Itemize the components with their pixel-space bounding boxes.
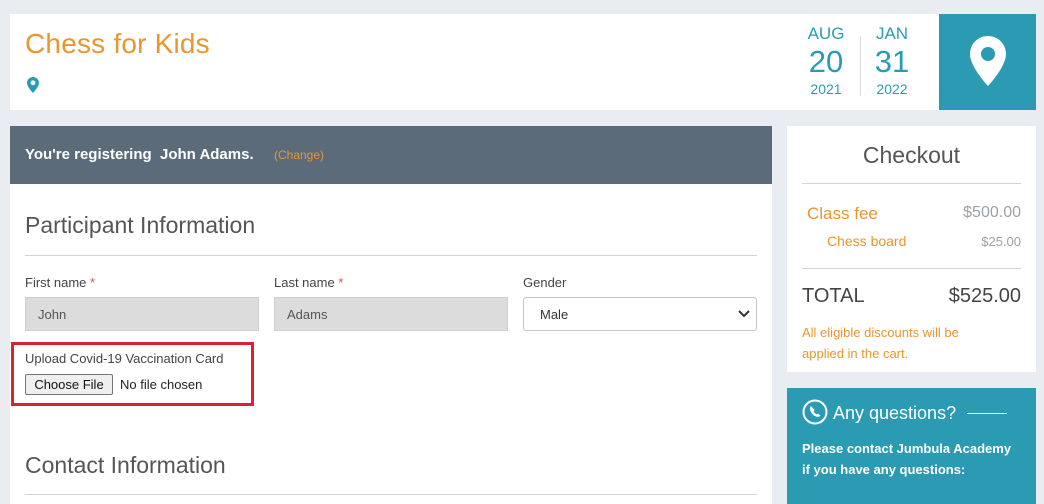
- checkout-panel: Checkout Class fee $500.00 Chess board $…: [787, 126, 1036, 372]
- total-label: TOTAL: [802, 285, 865, 307]
- registration-form: You're registering John Adams. (Change) …: [10, 126, 772, 504]
- gender-value: Male: [540, 307, 569, 322]
- fee-label: Class fee: [807, 204, 878, 223]
- required-mark: *: [338, 275, 344, 290]
- change-participant-link[interactable]: (Change): [274, 148, 324, 162]
- chevron-down-icon: [738, 310, 750, 318]
- checkout-divider: [802, 268, 1021, 269]
- gender-label: Gender: [523, 275, 567, 290]
- last-name-label: Last name *: [274, 275, 344, 290]
- location-pin-icon: [970, 36, 1006, 86]
- fee-label: Chess board: [827, 233, 907, 249]
- start-day: 20: [808, 44, 844, 79]
- title-dash: [967, 413, 1007, 414]
- fee-amount: $500.00: [963, 204, 1021, 221]
- upload-vaccination-label: Upload Covid-19 Vaccination Card: [25, 351, 224, 366]
- first-name-field[interactable]: John: [25, 297, 259, 331]
- choose-file-button[interactable]: Choose File: [25, 374, 113, 395]
- start-date: AUG 20 2021: [794, 24, 858, 98]
- required-mark: *: [90, 275, 96, 290]
- registering-bar: You're registering John Adams. (Change): [10, 126, 772, 184]
- location-button[interactable]: [939, 14, 1036, 110]
- checkout-divider: [802, 183, 1021, 184]
- discount-note: All eligible discounts will be applied i…: [802, 325, 959, 361]
- checkout-title: Checkout: [862, 142, 961, 168]
- fee-amount: $25.00: [981, 234, 1021, 249]
- program-header: Chess for Kids: [10, 14, 695, 110]
- total-amount: $525.00: [948, 285, 1021, 307]
- questions-panel: Any questions? Please contact Jumbula Ac…: [787, 388, 1036, 504]
- program-dates: AUG 20 2021 JAN 31 2022: [694, 14, 939, 110]
- program-title: Chess for Kids: [25, 28, 210, 59]
- map-pin-icon[interactable]: [27, 77, 39, 93]
- phone-icon: [802, 399, 828, 425]
- first-name-label: First name *: [25, 275, 96, 290]
- registering-prefix: You're registering: [25, 146, 152, 163]
- gender-select[interactable]: Male: [523, 297, 757, 331]
- start-month: AUG: [807, 24, 845, 43]
- participant-section-title: Participant Information: [25, 212, 256, 238]
- end-day: 31: [874, 44, 910, 79]
- registering-text: You're registering John Adams.: [25, 146, 254, 163]
- participant-name: John Adams.: [160, 146, 254, 163]
- no-file-chosen-text: No file chosen: [120, 377, 203, 392]
- questions-title: Any questions?: [833, 403, 957, 423]
- last-name-field[interactable]: Adams: [274, 297, 508, 331]
- end-year: 2022: [876, 81, 908, 97]
- contact-section-title: Contact Information: [25, 452, 226, 478]
- end-month: JAN: [875, 24, 909, 43]
- end-date: JAN 31 2022: [860, 24, 924, 98]
- section-divider: [25, 494, 757, 495]
- questions-contact-text: Please contact Jumbula Academy if you ha…: [802, 441, 1012, 477]
- start-year: 2021: [810, 81, 842, 97]
- section-divider: [25, 255, 757, 256]
